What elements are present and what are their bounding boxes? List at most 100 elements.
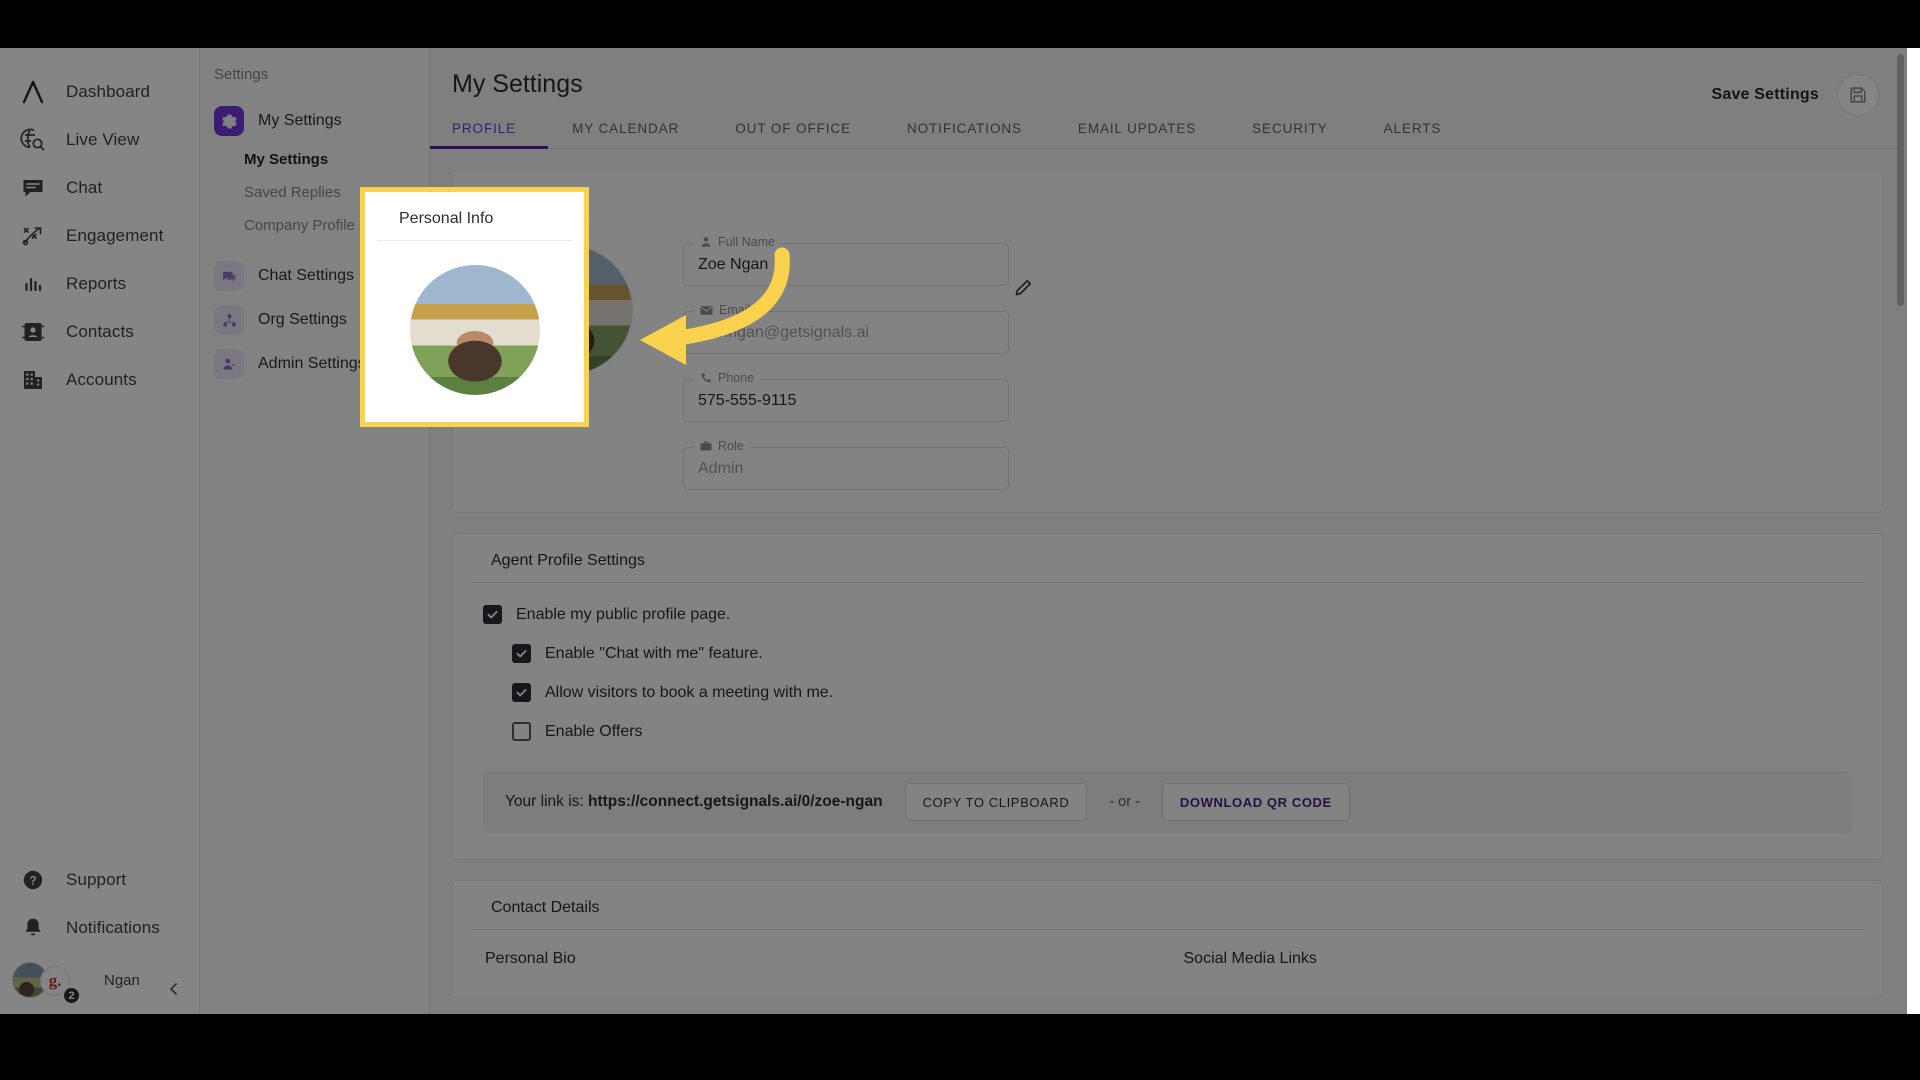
full-name-field[interactable]: Full Name Zoe Ngan [683, 235, 1009, 286]
download-qr-code-button[interactable]: DOWNLOAD QR CODE [1161, 783, 1350, 821]
phone-icon [701, 373, 711, 383]
role-value: Admin [698, 459, 744, 477]
briefcase-icon [700, 441, 712, 451]
profile-photo-wrapper-highlighted[interactable] [365, 241, 584, 395]
nav-item-live-view[interactable]: Live View [0, 116, 199, 164]
personal-info-title: Personal Info [471, 170, 1864, 219]
save-disk-icon[interactable] [1837, 74, 1879, 116]
tab-security[interactable]: SECURITY [1252, 113, 1327, 148]
gear-icon [214, 106, 244, 136]
personal-bio-column: Personal Bio [485, 950, 1184, 968]
subnav-group-my-settings[interactable]: My Settings [200, 99, 429, 143]
personal-info-fields: Full Name Zoe Ngan Email zoe.ngan@getsig… [683, 219, 1882, 490]
checkbox-row-enable-offers[interactable]: Enable Offers [512, 722, 1882, 741]
main-scrollbar[interactable] [1897, 54, 1904, 1008]
app-window: Dashboard Live View Chat Engagement Repo… [0, 48, 1920, 1014]
chat-bubble-icon [18, 173, 48, 203]
collapse-sidebar-button[interactable] [161, 976, 187, 1002]
contact-details-card: Contact Details Personal Bio Social Medi… [452, 880, 1883, 999]
tab-out-of-office[interactable]: OUT OF OFFICE [735, 113, 851, 148]
subnav-group-label: My Settings [258, 112, 342, 129]
primary-nav-list: Dashboard Live View Chat Engagement Repo… [0, 48, 199, 404]
nav-item-dashboard[interactable]: Dashboard [0, 68, 199, 116]
subnav-group-label: Org Settings [258, 311, 347, 328]
nav-item-accounts[interactable]: Accounts [0, 356, 199, 404]
nav-label: Support [66, 870, 127, 889]
help-circle-icon: ? [18, 865, 48, 895]
checkbox-unchecked-icon[interactable] [512, 722, 531, 741]
save-settings-button[interactable]: Save Settings [1711, 86, 1819, 104]
save-settings-group: Save Settings [1711, 74, 1879, 116]
notification-count-badge: 2 [62, 986, 81, 1005]
full-name-value: Zoe Ngan [698, 255, 769, 273]
phone-legend: Phone [694, 371, 761, 385]
person-icon [701, 237, 711, 247]
social-media-links-label: Social Media Links [1183, 950, 1317, 967]
nav-label: Accounts [66, 370, 137, 389]
nav-item-support[interactable]: ? Support [0, 856, 199, 904]
nav-item-reports[interactable]: Reports [0, 260, 199, 308]
email-value: zoe.ngan@getsignals.ai [698, 323, 870, 341]
contact-details-title: Contact Details [471, 881, 1864, 930]
settings-tabs: PROFILE MY CALENDAR OUT OF OFFICE NOTIFI… [430, 113, 1907, 149]
nav-item-contacts[interactable]: Contacts [0, 308, 199, 356]
checkbox-checked-icon[interactable] [512, 683, 531, 702]
checkbox-label: Enable my public profile page. [516, 605, 731, 623]
checkbox-row-book-meeting[interactable]: Allow visitors to book a meeting with me… [512, 683, 1882, 702]
checkbox-label: Enable "Chat with me" feature. [545, 644, 763, 662]
social-media-links-column: Social Media Links [1184, 950, 1883, 968]
nav-label: Notifications [66, 918, 160, 937]
subnav-title: Settings [214, 66, 269, 83]
subnav-group-label: Chat Settings [258, 267, 355, 284]
nav-item-engagement[interactable]: Engagement [0, 212, 199, 260]
tab-notifications[interactable]: NOTIFICATIONS [907, 113, 1022, 148]
phone-field[interactable]: Phone 575-555-9115 [683, 371, 1009, 422]
checkbox-row-public-profile[interactable]: Enable my public profile page. [483, 605, 1882, 624]
tab-alerts[interactable]: ALERTS [1384, 113, 1442, 148]
agent-profile-settings-title: Agent Profile Settings [471, 534, 1864, 583]
personal-info-title-highlighted: Personal Info [377, 192, 572, 241]
tab-email-updates[interactable]: EMAIL UPDATES [1078, 113, 1196, 148]
role-field: Role Admin [683, 439, 1009, 490]
logo-a-icon [18, 77, 48, 107]
tab-profile[interactable]: PROFILE [430, 113, 549, 149]
checkbox-checked-icon[interactable] [512, 644, 531, 663]
checkbox-row-chat-with-me[interactable]: Enable "Chat with me" feature. [512, 644, 1882, 663]
public-link-bar: Your link is: https://connect.getsignals… [483, 771, 1852, 833]
or-separator: - or - [1109, 794, 1140, 810]
nav-item-notifications[interactable]: Notifications [0, 904, 199, 952]
bell-icon [18, 913, 48, 943]
admin-icon [214, 349, 244, 379]
chevron-left-icon [170, 983, 177, 995]
nav-label: Reports [66, 274, 127, 293]
personal-bio-label: Personal Bio [485, 950, 576, 967]
nav-item-chat[interactable]: Chat [0, 164, 199, 212]
scrollbar-thumb[interactable] [1897, 54, 1904, 306]
page-title: My Settings [452, 70, 583, 98]
copy-to-clipboard-button[interactable]: COPY TO CLIPBOARD [904, 783, 1088, 821]
checkbox-checked-icon[interactable] [483, 605, 502, 624]
nav-label: Chat [66, 178, 103, 197]
tab-my-calendar[interactable]: MY CALENDAR [572, 113, 679, 148]
subnav-item-my-settings[interactable]: My Settings [200, 143, 429, 176]
public-link-url[interactable]: https://connect.getsignals.ai/0/zoe-ngan [588, 793, 883, 810]
main-content: My Settings Save Settings PROFILE MY CAL… [430, 48, 1907, 1014]
org-icon [214, 305, 244, 335]
dimmed-overlay-layer: Dashboard Live View Chat Engagement Repo… [0, 48, 1920, 1014]
edit-email-button[interactable] [1013, 278, 1033, 303]
email-field[interactable]: Email zoe.ngan@getsignals.ai [683, 303, 1009, 354]
building-icon [18, 365, 48, 395]
checkbox-label: Allow visitors to book a meeting with me… [545, 683, 834, 701]
checkbox-label: Enable Offers [545, 722, 643, 740]
highlighted-personal-info-card[interactable]: Personal Info [360, 187, 589, 427]
svg-text:?: ? [29, 875, 36, 887]
full-name-legend: Full Name [694, 235, 781, 249]
pencil-icon [1015, 279, 1032, 296]
agent-profile-checkbox-list: Enable my public profile page. Enable "C… [453, 583, 1882, 767]
nav-label: Live View [66, 130, 140, 149]
nav-label: Dashboard [66, 82, 151, 101]
subnav-group-label: Admin Settings [258, 355, 366, 372]
link-prefix: Your link is: [505, 793, 584, 810]
profile-photo-highlighted [409, 265, 540, 395]
envelope-icon [700, 305, 713, 315]
